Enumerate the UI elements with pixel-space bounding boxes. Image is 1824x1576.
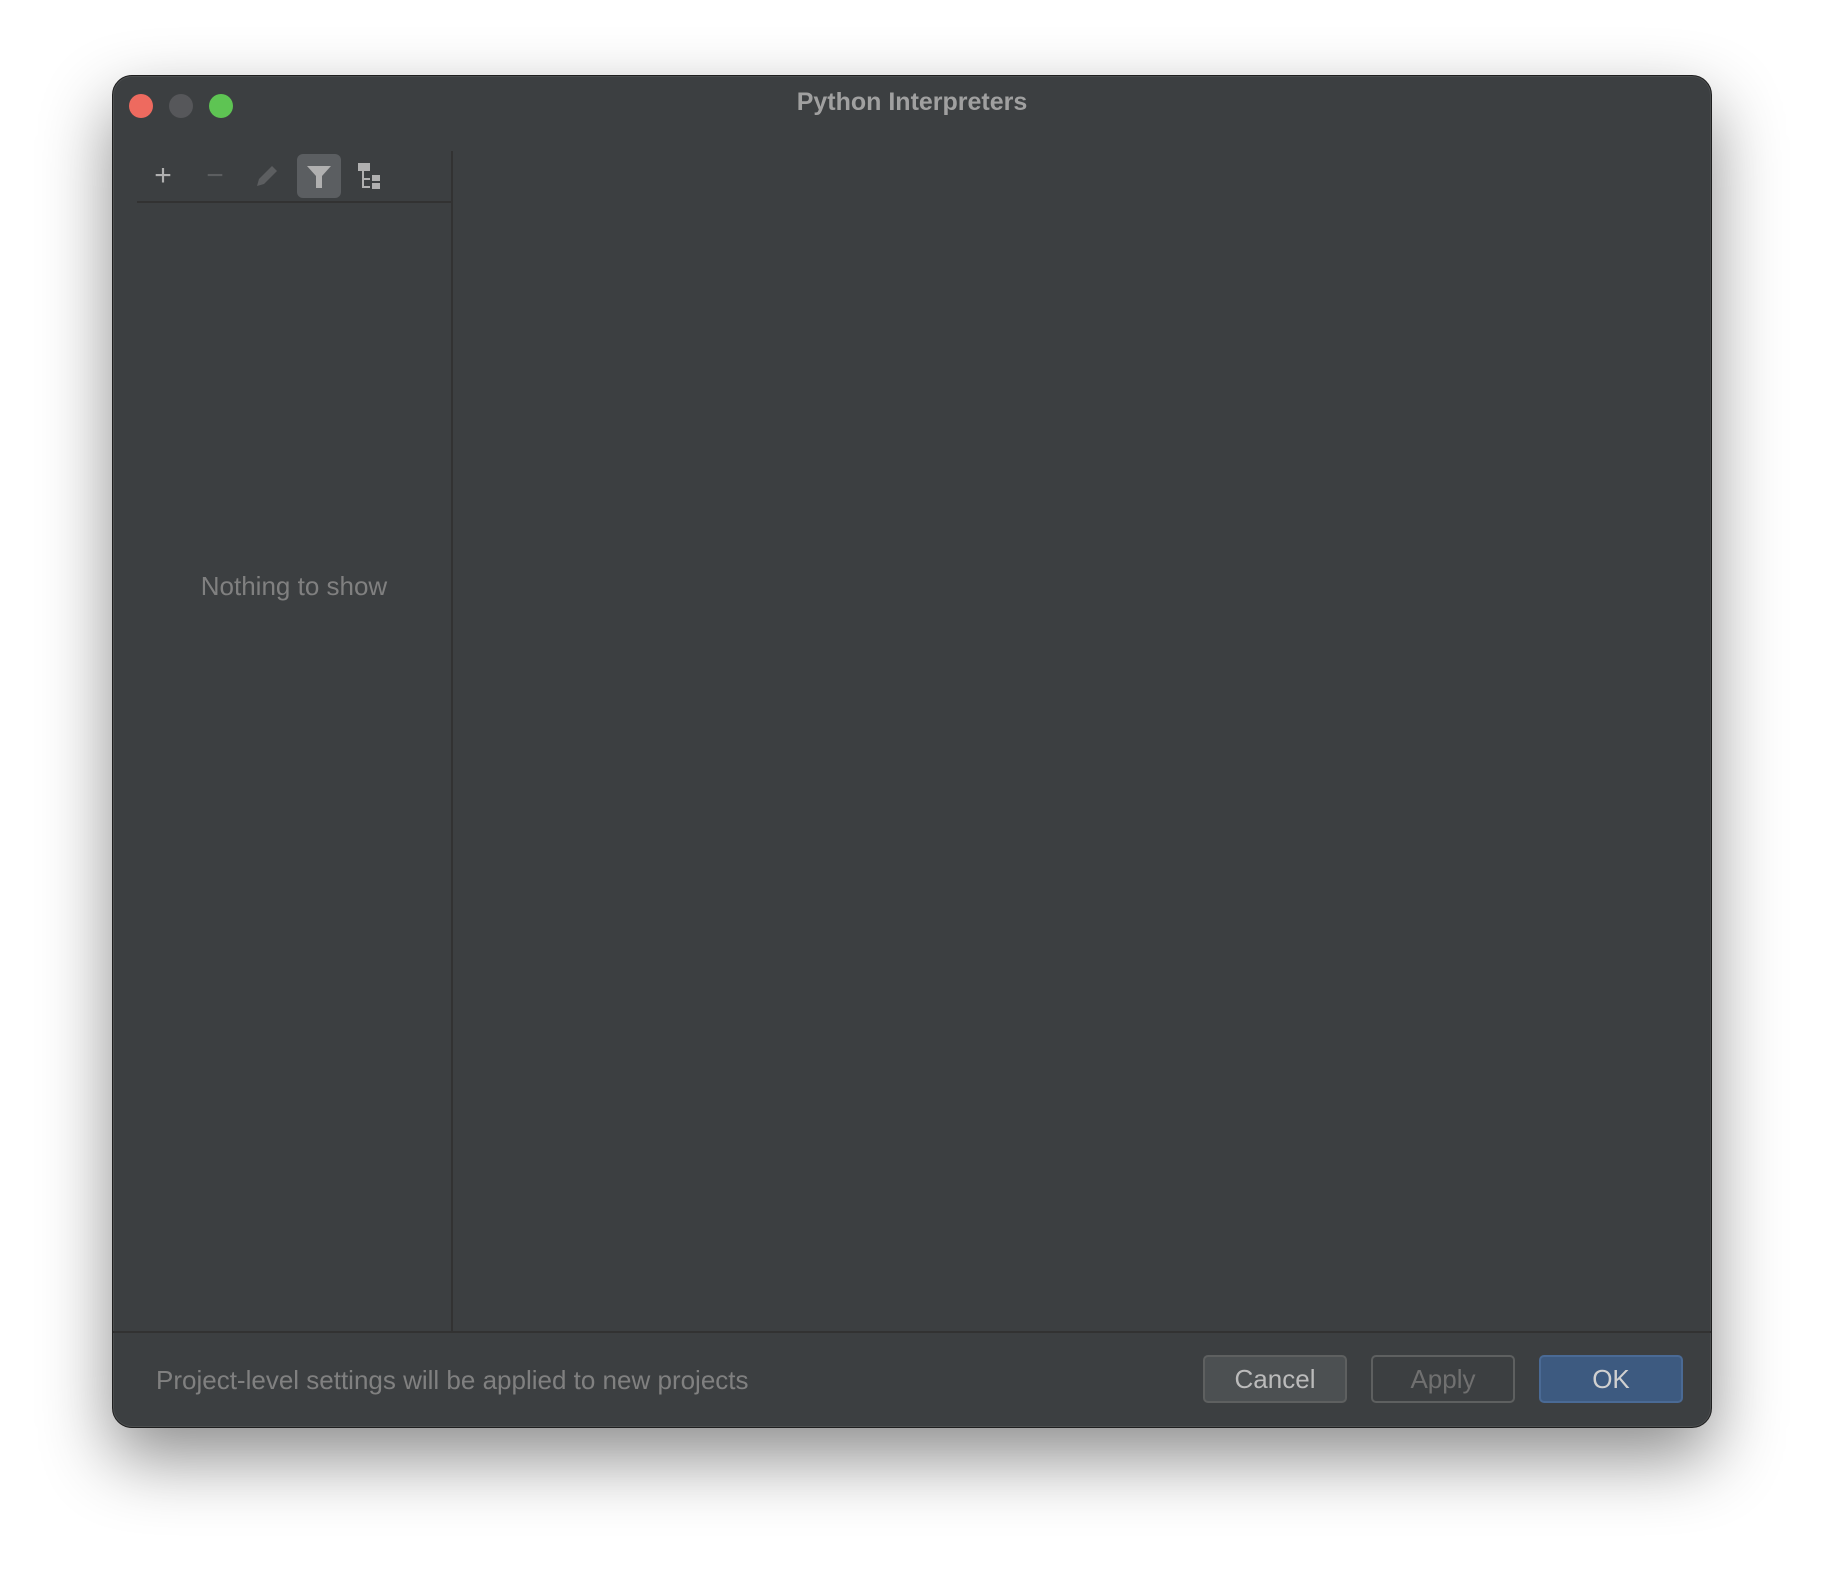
cancel-button[interactable]: Cancel bbox=[1203, 1355, 1347, 1403]
add-interpreter-button[interactable]: + bbox=[141, 154, 185, 198]
edit-interpreter-button[interactable] bbox=[245, 154, 289, 198]
empty-list-text: Nothing to show bbox=[200, 571, 388, 601]
dialog-footer: Project-level settings will be applied t… bbox=[113, 1331, 1711, 1427]
window-title: Python Interpreters bbox=[796, 88, 1028, 116]
apply-button[interactable]: Apply bbox=[1371, 1355, 1515, 1403]
python-interpreters-dialog: Python Interpreters + − Nothing to show … bbox=[112, 75, 1712, 1428]
tree-paths-icon bbox=[358, 163, 380, 189]
footer-message: Project-level settings will be applied t… bbox=[156, 1365, 749, 1395]
pencil-icon bbox=[257, 166, 277, 186]
remove-interpreter-button[interactable]: − bbox=[193, 154, 237, 198]
interpreter-toolbar: + − bbox=[137, 151, 451, 203]
filter-icon bbox=[307, 166, 331, 188]
filter-button[interactable] bbox=[297, 154, 341, 198]
interpreter-list-panel: + − Nothing to show bbox=[137, 151, 453, 1333]
show-paths-tree-button[interactable] bbox=[349, 154, 393, 198]
plus-icon: + bbox=[154, 159, 172, 192]
minus-icon: − bbox=[206, 159, 224, 192]
ok-button[interactable]: OK bbox=[1539, 1355, 1683, 1403]
